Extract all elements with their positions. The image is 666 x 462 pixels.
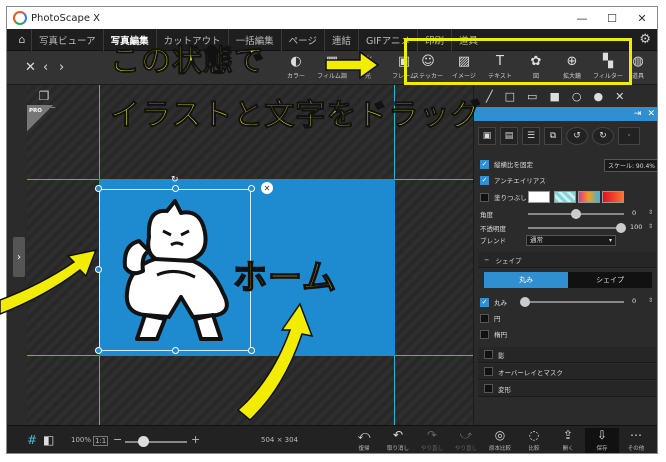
arrow-to-illustration-icon (0, 248, 98, 315)
arrow-to-text-icon (236, 302, 314, 422)
arrow-right-to-tools-icon (325, 50, 380, 80)
annotation-arrows (0, 50, 380, 422)
